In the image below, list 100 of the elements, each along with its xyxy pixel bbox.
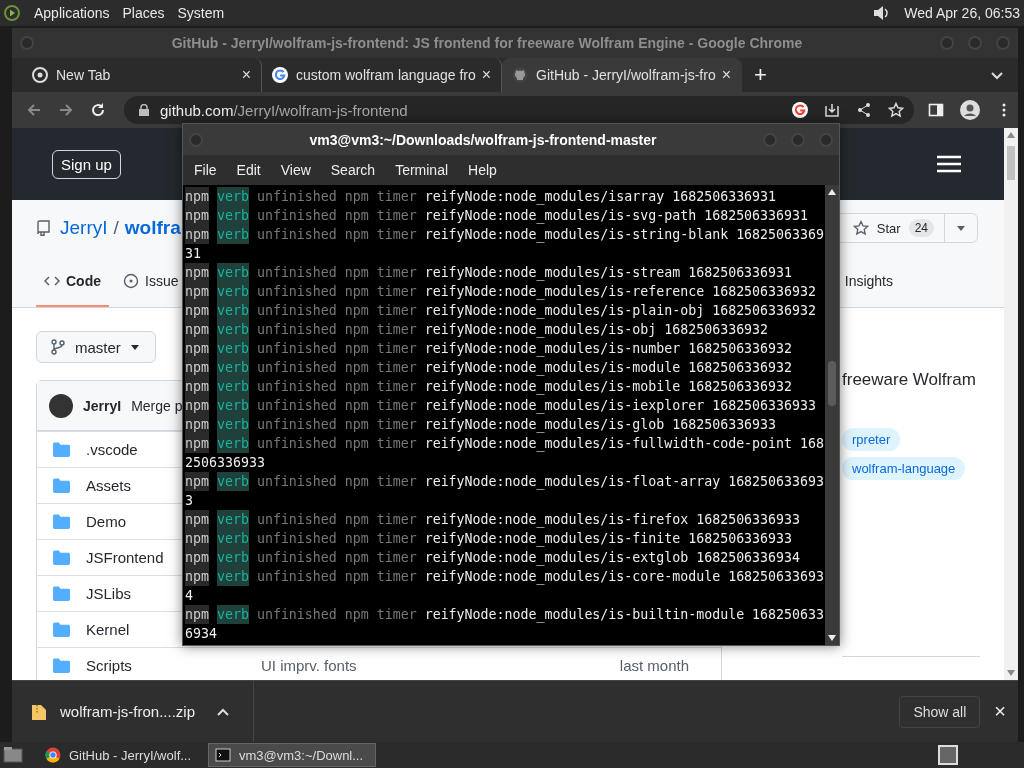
timer-note: unfinished npm timer	[256, 284, 417, 299]
log-message: reifyNode:node_modules/is-svg-path 1682506336931	[424, 208, 808, 223]
scroll-thumb[interactable]	[1007, 146, 1015, 180]
scrollbar[interactable]	[825, 185, 839, 645]
address-bar[interactable]: github.com/JerryI/wolfram-js-frontend	[124, 96, 914, 124]
scrollbar[interactable]	[1004, 128, 1018, 680]
npm-label: npm	[185, 282, 209, 301]
install-icon[interactable]	[824, 102, 840, 118]
taskbar-button[interactable]: vm3@vm3:~/Downl...	[208, 743, 376, 767]
log-message: reifyNode:node_modules/is-plain-obj 1682506336932	[424, 303, 816, 318]
menu-item[interactable]: File	[194, 162, 217, 178]
log-message: reifyNode:node_modules/is-extglob 1682506336934	[424, 550, 801, 565]
lock-icon	[138, 104, 150, 116]
npm-label: npm	[185, 396, 209, 415]
folder-link[interactable]: JSLibs	[86, 585, 132, 602]
google-icon[interactable]	[792, 102, 808, 118]
log-level-label: verb	[216, 377, 249, 396]
timer-note: unfinished npm timer	[256, 341, 417, 356]
logo-icon[interactable]	[4, 5, 20, 21]
timer-note: unfinished npm timer	[256, 208, 417, 223]
panel-menu[interactable]: Applications	[34, 5, 110, 21]
caret-icon	[957, 225, 965, 231]
menu-item[interactable]: Search	[330, 162, 376, 178]
log-level-label: verb	[216, 415, 249, 434]
repo-tab[interactable]: Code	[36, 256, 109, 307]
side-panel-icon[interactable]	[928, 102, 944, 118]
folder-link[interactable]: Assets	[86, 477, 131, 494]
timer-note: unfinished npm timer	[256, 436, 417, 451]
folder-link[interactable]: Demo	[86, 513, 126, 530]
log-message: 6934	[185, 626, 217, 641]
log-message: reifyNode:node_modules/is-builtin-module 168250633	[424, 607, 824, 622]
folder-link[interactable]: Kernel	[86, 621, 130, 638]
timer-note: unfinished npm timer	[256, 531, 417, 546]
topic-tag[interactable]: wolfram-language	[842, 457, 966, 480]
folder-icon	[53, 622, 70, 637]
close-tab-button[interactable]: ×	[481, 66, 491, 84]
clock[interactable]: Wed Apr 26, 06:53	[904, 5, 1020, 21]
folder-link[interactable]: JSFrontend	[86, 549, 164, 566]
commit-message[interactable]: UI imprv. fonts	[261, 657, 620, 674]
menu-item[interactable]: Terminal	[395, 162, 449, 178]
repo-icon	[36, 220, 50, 236]
repo-tab[interactable]: Insights	[840, 256, 897, 307]
timer-note: unfinished npm timer	[256, 265, 417, 280]
topic-tag[interactable]: rpreter	[842, 428, 901, 451]
show-desktop-icon[interactable]	[3, 746, 23, 764]
sign-up-button[interactable]: Sign up	[52, 149, 121, 179]
caret-up-icon[interactable]	[217, 707, 230, 716]
menu-item[interactable]: Edit	[236, 162, 261, 178]
menu-item[interactable]: Help	[468, 162, 497, 178]
log-level-label: verb	[216, 529, 249, 548]
log-message: reifyNode:node_modules/isarray 1682506336931	[424, 189, 777, 204]
log-level-label: verb	[216, 187, 249, 206]
scroll-thumb[interactable]	[828, 361, 836, 406]
panel-menu[interactable]: Places	[122, 5, 165, 21]
log-message: reifyNode:node_modules/is-float-array 168250633693	[424, 474, 824, 489]
log-level-label: verb	[216, 320, 249, 339]
reload-icon[interactable]	[90, 102, 106, 118]
log-message: reifyNode:node_modules/is-core-module 168250633693	[424, 569, 824, 584]
forward-icon[interactable]	[58, 102, 74, 118]
timer-note: unfinished npm timer	[256, 360, 417, 375]
branch-button[interactable]: master	[36, 331, 156, 363]
timer-note: unfinished npm timer	[256, 189, 417, 204]
star-icon	[852, 220, 869, 236]
close-button[interactable]: ×	[994, 700, 1006, 723]
taskbar-button[interactable]: GitHub - JerryI/wolf...	[38, 743, 206, 767]
log-level-label: verb	[216, 263, 249, 282]
commit-message[interactable]: Merge p	[131, 397, 183, 414]
menu-icon[interactable]	[937, 155, 961, 173]
repo-tab[interactable]: Issue	[119, 256, 183, 307]
log-level-label: verb	[216, 301, 249, 320]
commit-author[interactable]: JerryI	[83, 397, 122, 414]
repo-owner-link[interactable]: JerryI	[60, 217, 108, 239]
timer-note: unfinished npm timer	[256, 512, 417, 527]
scroll-up-icon[interactable]	[828, 189, 836, 195]
close-tab-button[interactable]: ×	[721, 66, 731, 84]
profile-icon[interactable]	[960, 100, 980, 120]
star-icon[interactable]	[888, 102, 904, 118]
show-all-button[interactable]: Show all	[899, 695, 981, 728]
panel-menu[interactable]: System	[177, 5, 225, 21]
log-level-label: verb	[216, 358, 249, 377]
folder-link[interactable]: Scripts	[86, 657, 132, 674]
repo-name-link[interactable]: wolfra	[124, 217, 181, 239]
share-icon[interactable]	[856, 102, 872, 118]
npm-label: npm	[185, 263, 209, 282]
log-message: reifyNode:node_modules/is-finite 1682506336933	[424, 531, 793, 546]
back-icon[interactable]	[26, 102, 42, 118]
close-tab-button[interactable]: ×	[241, 66, 251, 84]
browser-tab[interactable]: GitHub - JerryI/wolfram-js-fro ×	[502, 58, 742, 92]
folder-link[interactable]: .vscode	[86, 441, 138, 458]
menu-item[interactable]: View	[280, 162, 311, 178]
download-file-name[interactable]: wolfram-js-fron....zip	[60, 703, 196, 720]
scroll-down-icon[interactable]	[828, 635, 836, 641]
log-message: reifyNode:node_modules/is-glob 1682506336933	[424, 417, 777, 432]
npm-label: npm	[185, 358, 209, 377]
speaker-icon[interactable]	[872, 4, 891, 22]
npm-label: npm	[185, 605, 209, 624]
workspace-icon[interactable]	[938, 745, 958, 765]
timer-note: unfinished npm timer	[256, 417, 417, 432]
folder-icon	[53, 658, 70, 673]
new-tab-button[interactable]: +	[754, 62, 767, 88]
